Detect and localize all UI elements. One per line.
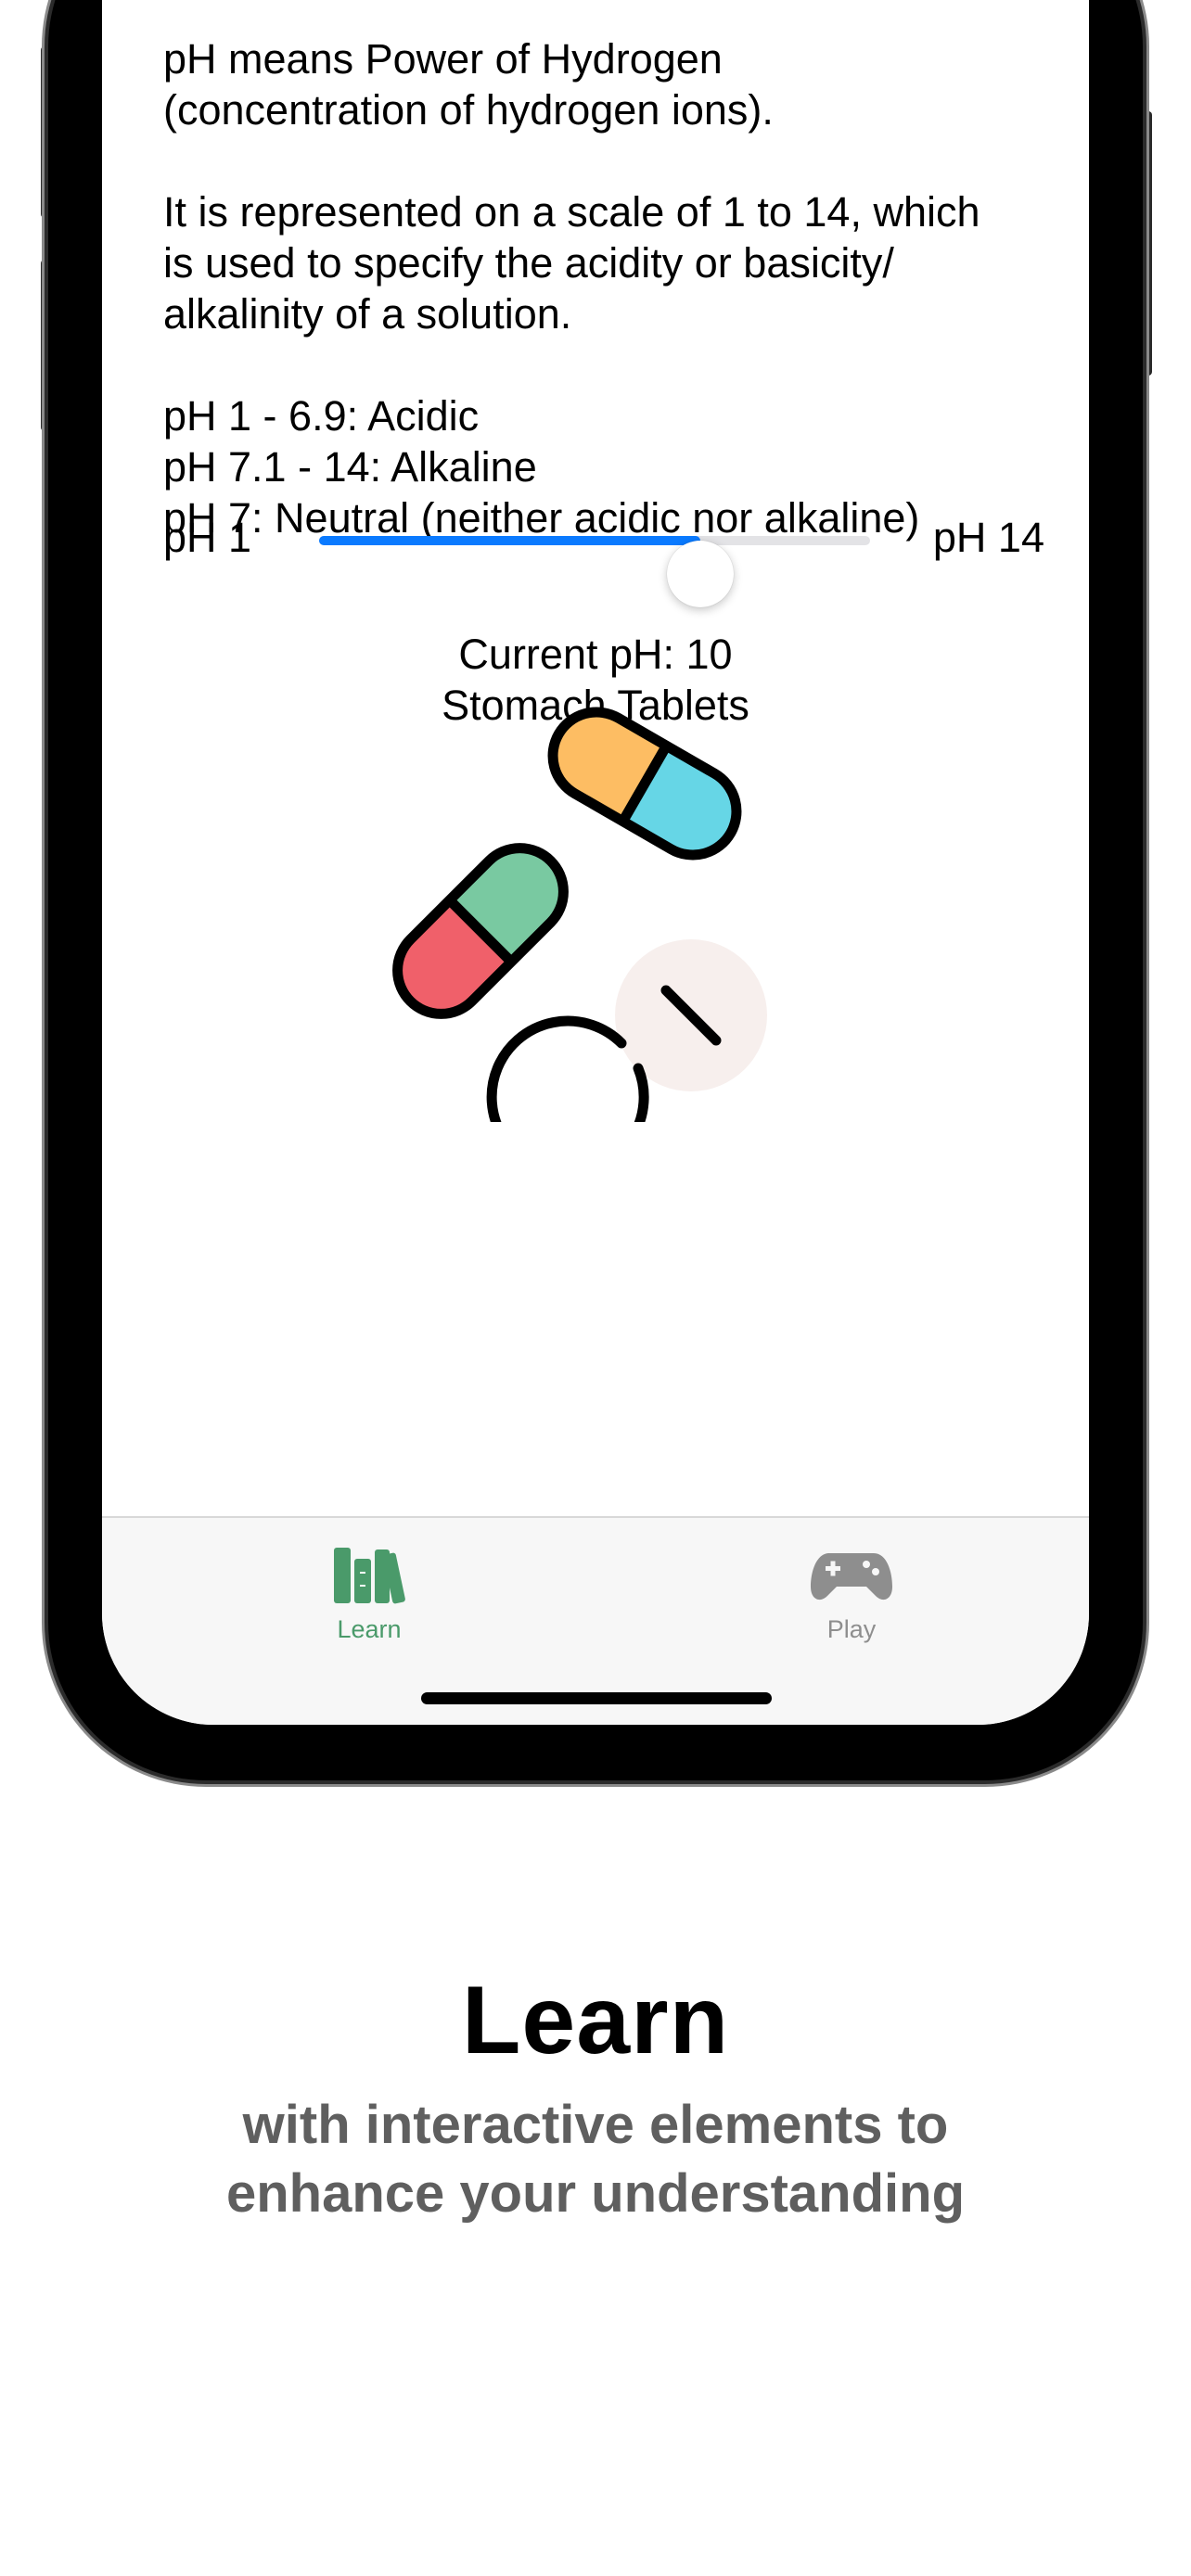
slider-max-label: pH 14 [932,514,1044,561]
tab-learn-label: Learn [337,1615,402,1643]
promo-title: Learn [461,1967,730,2074]
ph-slider[interactable] [319,536,870,607]
side-button-power [1145,111,1152,376]
slider-fill [319,536,701,545]
slider-thumb[interactable] [667,541,735,607]
side-button-volume [41,260,48,431]
home-indicator [421,1692,772,1704]
tab-play[interactable]: Play [759,1544,944,1644]
app-screen: pH means Power of Hydrogen (concentratio… [102,0,1089,1725]
tab-learn[interactable]: Learn [276,1544,462,1644]
gamecontroller-icon [811,1553,892,1600]
ph-definition: pH means Power of Hydrogen (concentratio… [163,35,774,134]
side-button-silent [41,46,48,218]
info-text: pH means Power of Hydrogen (concentratio… [163,33,1054,543]
slider-min-label: pH 1 [163,514,252,561]
ph-scale-description: It is represented on a scale of 1 to 14,… [163,188,980,338]
tab-play-label: Play [826,1615,877,1643]
current-ph-label: Current pH: 10 [458,631,733,678]
ph-slider-row: pH 1 pH 14 [163,503,1044,607]
books-icon [334,1548,405,1604]
promo-subtitle: with interactive elements to enhance you… [226,2095,965,2224]
pills-icon [392,707,767,1122]
